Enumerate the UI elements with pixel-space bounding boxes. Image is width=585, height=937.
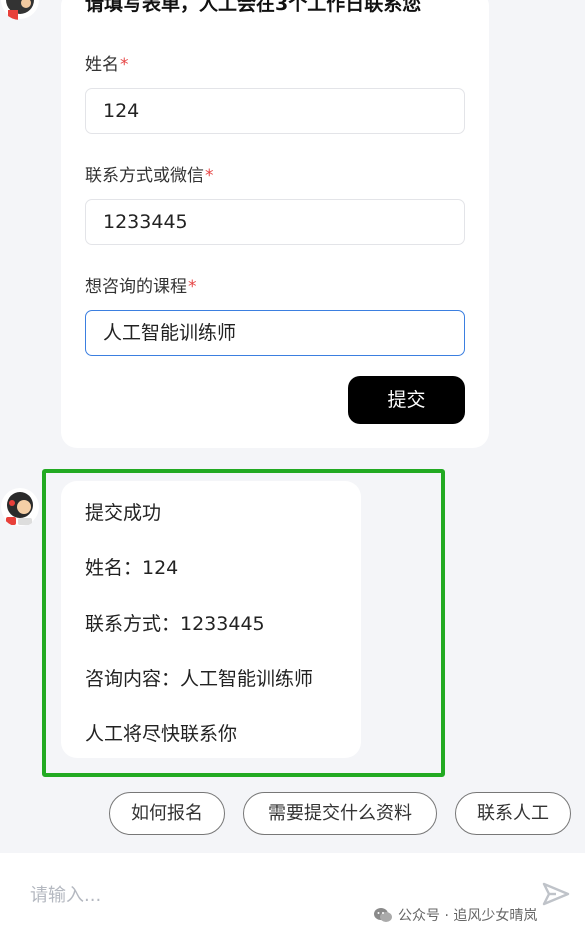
name-label: 姓名* xyxy=(85,50,129,75)
result-course: 咨询内容：人工智能训练师 xyxy=(85,668,314,690)
quick-reply-contact-human[interactable]: 联系人工 xyxy=(455,792,571,835)
result-note: 人工将尽快联系你 xyxy=(85,723,238,745)
send-icon[interactable] xyxy=(542,881,570,909)
form-card: 请填写表单，人工会在3个工作日联系您 姓名* 124 联系方式或微信* 1233… xyxy=(61,0,489,448)
watermark: 公众号 · 追风少女晴岚 xyxy=(373,904,537,926)
course-input[interactable]: 人工智能训练师 xyxy=(85,310,465,356)
bot-avatar-icon xyxy=(0,487,40,527)
contact-label: 联系方式或微信* xyxy=(85,161,214,186)
quick-reply-required-materials[interactable]: 需要提交什么资料 xyxy=(243,792,437,835)
required-mark: * xyxy=(188,277,197,297)
contact-label-text: 联系方式或微信 xyxy=(85,166,204,186)
chat-input[interactable] xyxy=(30,880,350,910)
result-contact: 联系方式：1233445 xyxy=(85,613,265,635)
name-input[interactable]: 124 xyxy=(85,88,465,134)
contact-input[interactable]: 1233445 xyxy=(85,199,465,245)
course-label-text: 想咨询的课程 xyxy=(85,277,187,297)
name-label-text: 姓名 xyxy=(85,55,119,75)
submit-button[interactable]: 提交 xyxy=(348,376,465,424)
result-name: 姓名：124 xyxy=(85,557,179,579)
quick-reply-how-to-register[interactable]: 如何报名 xyxy=(109,792,225,835)
watermark-text: 公众号 · 追风少女晴岚 xyxy=(398,908,538,924)
wechat-icon xyxy=(374,908,392,922)
required-mark: * xyxy=(120,55,129,75)
course-label: 想咨询的课程* xyxy=(85,272,197,297)
required-mark: * xyxy=(205,166,214,186)
form-title: 请填写表单，人工会在3个工作日联系您 xyxy=(85,0,422,15)
bot-avatar-icon xyxy=(0,0,40,20)
success-title: 提交成功 xyxy=(85,502,162,524)
chat-page: 请填写表单，人工会在3个工作日联系您 姓名* 124 联系方式或微信* 1233… xyxy=(0,0,585,937)
success-message-card: 提交成功 姓名：124 联系方式：1233445 咨询内容：人工智能训练师 人工… xyxy=(61,481,361,758)
